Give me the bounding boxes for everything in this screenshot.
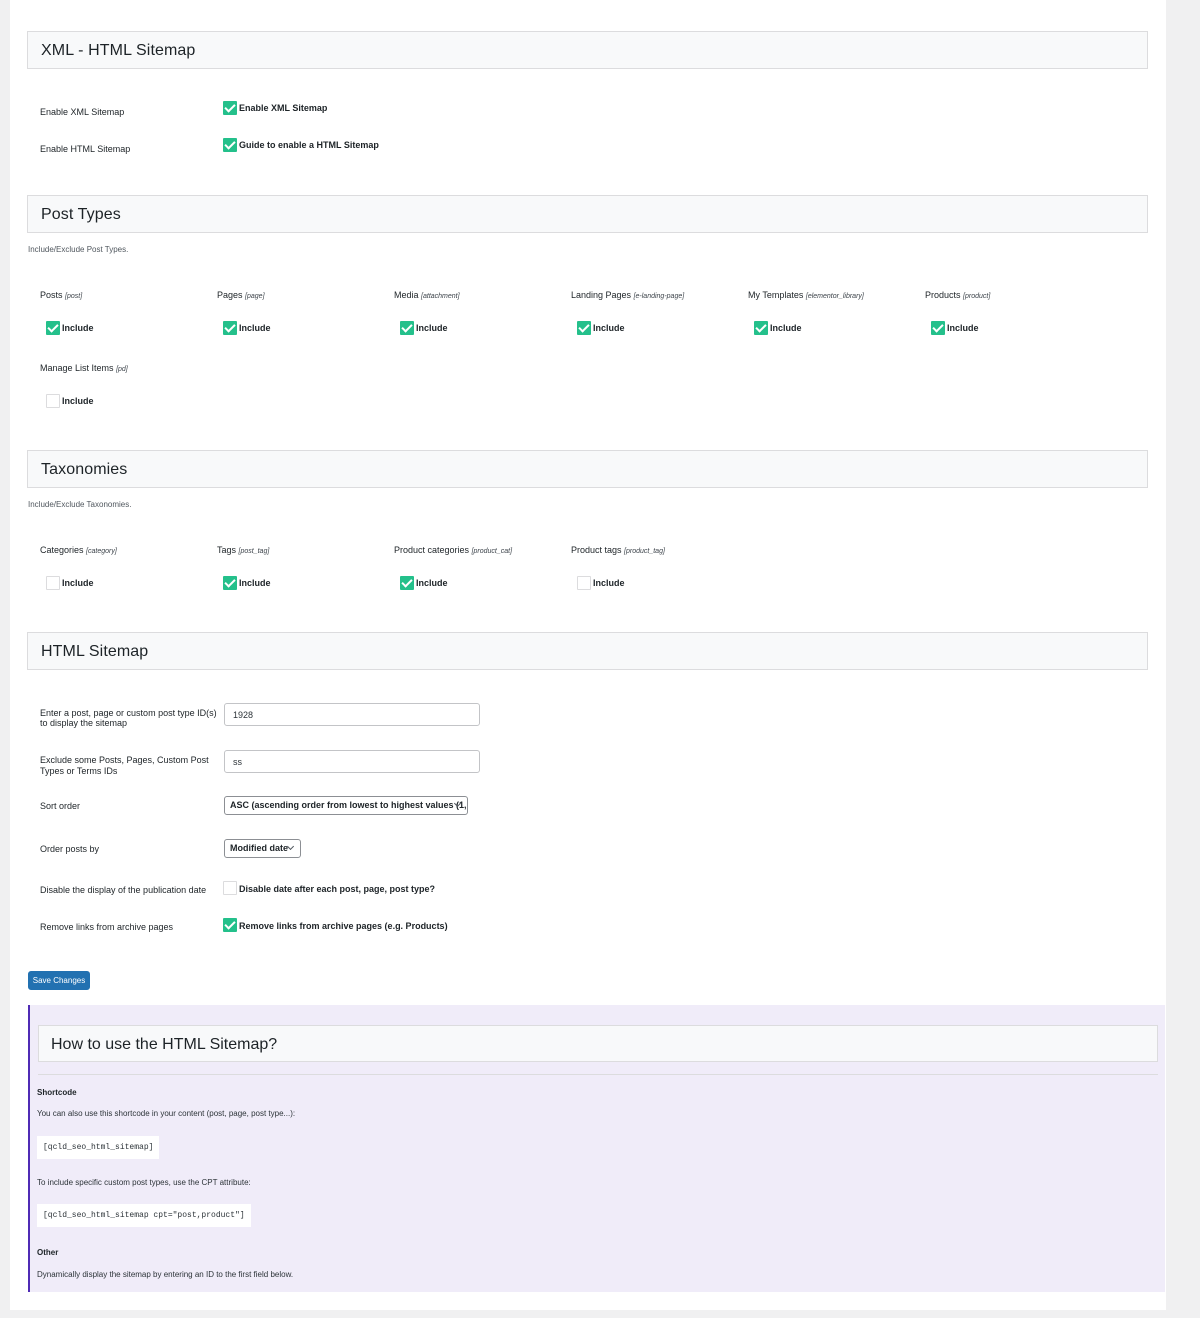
post-type-label-media: Media [attachment] [394,290,460,300]
post-type-label-manage-list-items: Manage List Items [pd] [40,363,128,373]
shortcode-code: [qcld_seo_html_sitemap] [37,1136,160,1159]
sitemap-id-label-line2: to display the sitemap [40,718,128,728]
include-my-templates-checkbox[interactable] [754,321,768,335]
sort-order-select[interactable]: ASC (ascending order from lowest to high… [224,796,468,815]
include-categories-checkbox[interactable] [46,576,60,590]
taxonomy-label-product-tags: Product tags [product_tag] [571,545,665,555]
include-tags-label: Include [239,578,271,588]
section-header-post-types: Post Types [27,195,1148,233]
post-type-label-posts: Posts [post] [40,290,83,300]
disable-date-checkbox[interactable] [223,881,237,895]
post-type-label-products: Products [product] [925,290,991,300]
post-type-slug: [attachment] [421,293,460,300]
post-type-slug: [e-landing-page] [633,293,685,300]
sort-order-value: ASC (ascending order from lowest to high… [230,800,467,810]
include-product-tags-label: Include [593,578,625,588]
enable-xml-sitemap-label: Enable XML Sitemap [40,107,125,117]
section-header-xml-html-sitemap: XML - HTML Sitemap [27,31,1148,69]
include-products-label: Include [947,323,979,333]
other-heading: Other [37,1248,59,1257]
post-type-slug: [elementor_library] [805,293,864,300]
enable-html-sitemap-checkbox-label: Guide to enable a HTML Sitemap [239,140,379,150]
shortcode-heading: Shortcode [37,1088,77,1097]
section-header-html-sitemap: HTML Sitemap [27,632,1148,670]
include-landing-pages-checkbox[interactable] [577,321,591,335]
include-posts-label: Include [62,323,94,333]
help-box: How to use the HTML Sitemap? Shortcode Y… [28,1005,1165,1292]
order-posts-by-label: Order posts by [40,844,100,854]
exclude-ids-label-line2: Types or Terms IDs [40,766,118,776]
order-posts-by-value: Modified date [230,843,288,853]
chevron-down-icon [286,842,295,851]
include-posts-checkbox[interactable] [46,321,60,335]
taxonomy-label-tags: Tags [post_tag] [217,545,270,555]
include-product-tags-checkbox[interactable] [577,576,591,590]
include-pages-checkbox[interactable] [223,321,237,335]
include-tags-checkbox[interactable] [223,576,237,590]
sitemap-id-input[interactable]: 1928 [224,703,480,726]
include-landing-pages-label: Include [593,323,625,333]
post-types-description: Include/Exclude Post Types. [28,245,129,254]
save-changes-button[interactable]: Save Changes [28,971,90,990]
enable-xml-sitemap-checkbox[interactable] [223,101,237,115]
include-my-templates-label: Include [770,323,802,333]
help-box-title: How to use the HTML Sitemap? [38,1025,1158,1062]
include-product-categories-checkbox[interactable] [400,576,414,590]
taxonomy-slug: [post_tag] [238,548,270,555]
section-header-taxonomies: Taxonomies [27,450,1148,488]
order-posts-by-select[interactable]: Modified date [224,839,301,858]
help-divider [38,1074,1158,1075]
shortcode-description: You can also use this shortcode in your … [37,1109,296,1118]
remove-links-label: Remove links from archive pages [40,922,174,932]
enable-xml-sitemap-checkbox-label: Enable XML Sitemap [239,103,328,113]
remove-links-checkbox-label: Remove links from archive pages (e.g. Pr… [239,921,448,931]
include-categories-label: Include [62,578,94,588]
post-type-label-pages: Pages [page] [217,290,265,300]
cpt-description: To include specific custom post types, u… [37,1178,251,1187]
include-manage-list-items-label: Include [62,396,94,406]
sort-order-label: Sort order [40,801,81,811]
taxonomy-label-product-categories: Product categories [product_cat] [394,545,513,555]
enable-html-sitemap-checkbox[interactable] [223,138,237,152]
include-media-label: Include [416,323,448,333]
taxonomies-description: Include/Exclude Taxonomies. [28,500,132,509]
disable-date-checkbox-label: Disable date after each post, page, post… [239,884,436,894]
include-manage-list-items-checkbox[interactable] [46,394,60,408]
include-product-categories-label: Include [416,578,448,588]
remove-links-checkbox[interactable] [223,918,237,932]
post-type-label-landing-pages: Landing Pages [e-landing-page] [571,290,685,300]
other-description: Dynamically display the sitemap by enter… [37,1270,294,1279]
post-type-slug: [page] [245,293,265,300]
include-products-checkbox[interactable] [931,321,945,335]
post-type-slug: [product] [963,293,991,300]
include-media-checkbox[interactable] [400,321,414,335]
taxonomy-slug: [category] [86,548,117,555]
cpt-shortcode-code: [qcld_seo_html_sitemap cpt="post,product… [37,1204,251,1227]
exclude-ids-input[interactable]: ss [224,750,480,773]
taxonomy-slug: [product_cat] [471,548,513,555]
post-type-slug: [pd] [116,366,128,373]
enable-html-sitemap-label: Enable HTML Sitemap [40,144,131,154]
disable-date-label: Disable the display of the publication d… [40,885,207,895]
include-pages-label: Include [239,323,271,333]
post-type-label-my-templates: My Templates [elementor_library] [748,290,864,300]
post-type-slug: [post] [65,293,83,300]
taxonomy-slug: [product_tag] [624,548,665,555]
taxonomy-label-categories: Categories [category] [40,545,117,555]
